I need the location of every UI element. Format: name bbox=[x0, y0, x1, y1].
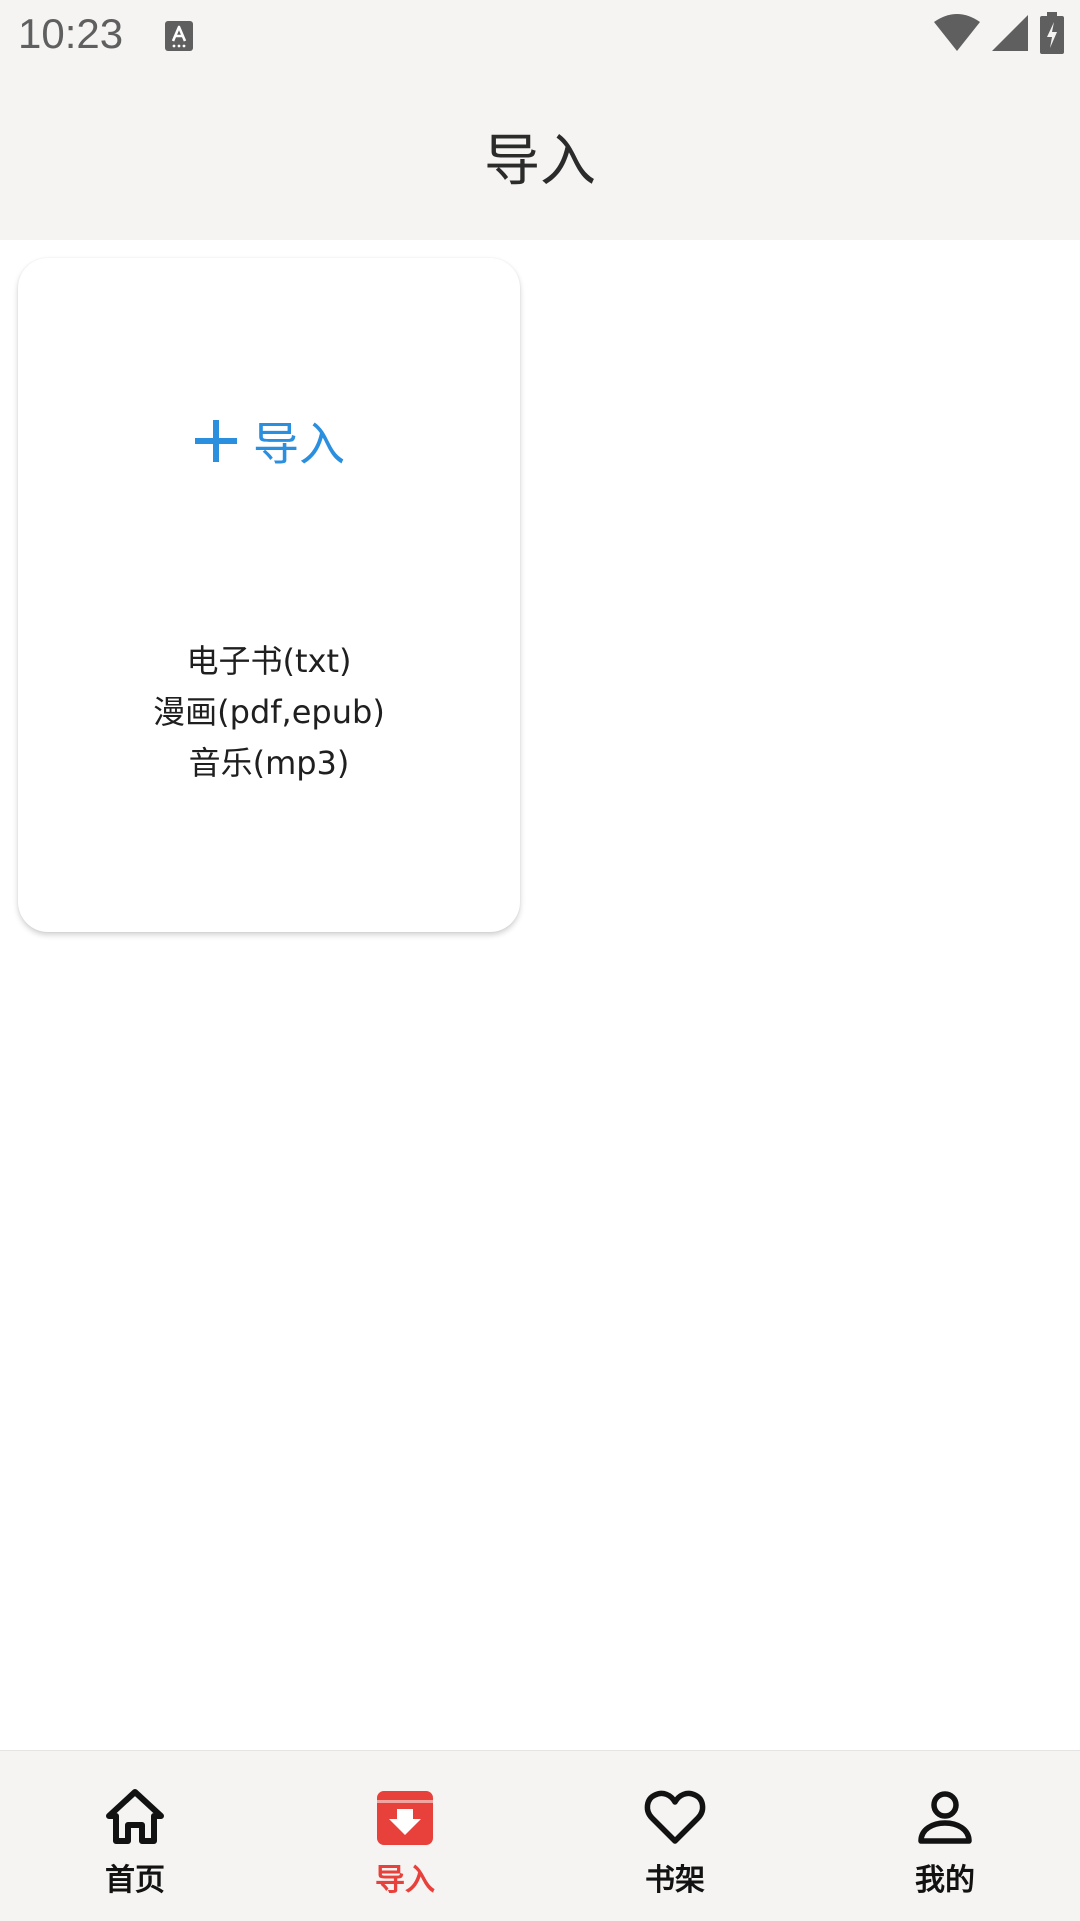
format-music: 音乐(mp3) bbox=[188, 744, 350, 782]
nav-item-bookshelf[interactable]: 书架 bbox=[540, 1751, 810, 1921]
import-card[interactable]: 导入 电子书(txt) 漫画(pdf,epub) 音乐(mp3) bbox=[18, 258, 520, 932]
nav-label-bookshelf: 书架 bbox=[645, 1863, 705, 1898]
supported-formats: 电子书(txt) 漫画(pdf,epub) 音乐(mp3) bbox=[18, 636, 520, 789]
status-bar: 10:23 bbox=[0, 0, 1080, 72]
app-bar: 导入 bbox=[0, 72, 1080, 240]
battery-charging-icon bbox=[1040, 12, 1064, 58]
nav-label-profile: 我的 bbox=[915, 1863, 975, 1898]
nav-item-import[interactable]: 导入 bbox=[270, 1751, 540, 1921]
text-input-icon bbox=[164, 20, 194, 52]
nav-label-home: 首页 bbox=[105, 1863, 165, 1898]
nav-item-profile[interactable]: 我的 bbox=[810, 1751, 1080, 1921]
nav-label-import: 导入 bbox=[375, 1863, 435, 1898]
home-icon bbox=[106, 1789, 164, 1844]
import-icon bbox=[377, 1791, 433, 1845]
format-ebook: 电子书(txt) bbox=[186, 642, 352, 680]
content-area: 导入 电子书(txt) 漫画(pdf,epub) 音乐(mp3) bbox=[0, 240, 1080, 1750]
import-button-label: 导入 bbox=[253, 417, 345, 471]
import-button[interactable]: 导入 bbox=[18, 408, 520, 474]
person-icon bbox=[918, 1791, 972, 1844]
wifi-icon bbox=[934, 14, 980, 56]
page-title: 导入 bbox=[484, 129, 596, 194]
signal-icon bbox=[992, 15, 1028, 55]
heart-icon bbox=[644, 1790, 706, 1844]
nav-item-home[interactable]: 首页 bbox=[0, 1751, 270, 1921]
format-comic: 漫画(pdf,epub) bbox=[153, 693, 385, 731]
bottom-nav: 首页 导入 书架 我的 bbox=[0, 1750, 1080, 1921]
status-time: 10:23 bbox=[18, 10, 124, 57]
plus-icon bbox=[195, 420, 237, 462]
